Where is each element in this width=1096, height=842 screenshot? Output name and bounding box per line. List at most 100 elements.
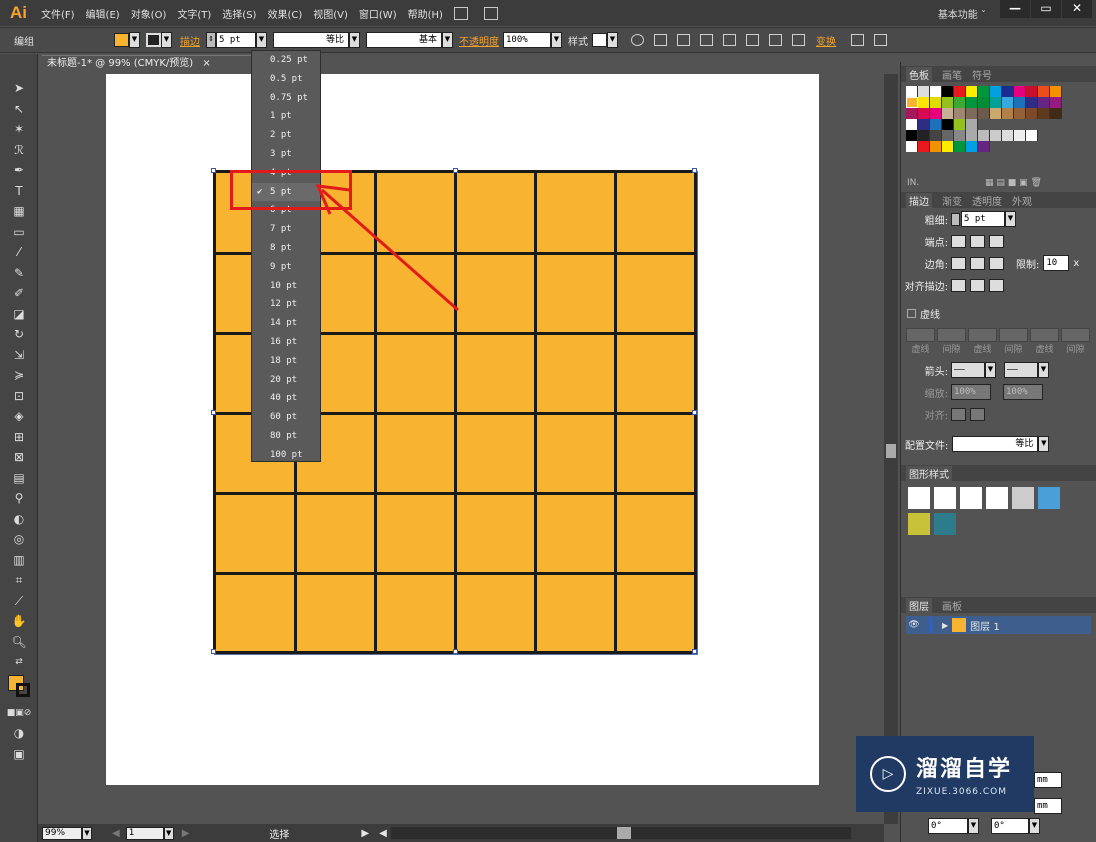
close-document-icon[interactable]: × — [202, 58, 210, 69]
document-tab[interactable]: 未标题-1* @ 99% (CMYK/预览) × — [42, 55, 252, 73]
align-right-icon[interactable] — [723, 34, 736, 46]
opacity-link[interactable]: 不透明度 — [459, 33, 499, 48]
status-menu-icon[interactable]: ▶ — [361, 828, 369, 839]
stroke-link[interactable]: 描边 — [180, 33, 200, 48]
stroke-weight-dropdown[interactable]: ▼ — [256, 32, 267, 48]
menu-type[interactable]: 文字(T) — [177, 6, 211, 21]
gap-field[interactable]: 间隙 — [999, 328, 1028, 355]
stroke-option[interactable]: 2 pt — [252, 126, 320, 145]
start-scale-field[interactable]: 100% — [951, 384, 991, 400]
stroke-option[interactable]: 60 pt — [252, 408, 320, 427]
graphic-style-swatch[interactable] — [934, 513, 956, 535]
tab-layers[interactable]: 图层 — [906, 597, 932, 613]
stroke-option[interactable]: 3 pt — [252, 145, 320, 164]
scroll-left-icon[interactable]: ◀ — [379, 828, 387, 839]
tab-graphic-styles[interactable]: 图形样式 — [906, 465, 952, 481]
stroke-option[interactable]: 0.25 pt — [252, 51, 320, 70]
graphic-style-swatch[interactable] — [1012, 487, 1034, 509]
tab-swatches[interactable]: 色板 — [906, 66, 932, 82]
line-tool-icon[interactable]: ▦ — [0, 201, 38, 222]
rotate-tool-icon[interactable]: ↻ — [0, 324, 38, 345]
end-scale-field[interactable]: 100% — [1003, 384, 1043, 400]
color-mode-icon[interactable]: ■▣⊘ — [0, 703, 38, 724]
tab-stroke[interactable]: 描边 — [906, 192, 932, 208]
style-dropdown[interactable]: ▼ — [607, 32, 618, 48]
align-center-icon[interactable] — [700, 34, 713, 46]
dashed-checkbox[interactable] — [907, 308, 916, 318]
arrow-align-button[interactable] — [951, 407, 966, 421]
stroke-option[interactable]: 40 pt — [252, 389, 320, 408]
scale-tool-icon[interactable]: ⇲ — [0, 345, 38, 366]
fill-dropdown[interactable]: ▼ — [129, 32, 140, 48]
bounding-box-handle[interactable] — [692, 168, 697, 173]
align-middle-icon[interactable] — [769, 34, 782, 46]
end-arrow-dropdown[interactable]: ▼ — [1038, 362, 1049, 378]
dash-field[interactable]: 虚线 — [1030, 328, 1059, 355]
tab-artboards[interactable]: 画板 — [942, 598, 962, 613]
bounding-box-handle[interactable] — [211, 410, 216, 415]
artboard-tool-icon[interactable]: ⌗ — [0, 570, 38, 591]
brush-definition[interactable]: 基本 — [366, 32, 442, 48]
align-icon[interactable] — [654, 34, 667, 46]
align-outside-stroke-button[interactable] — [989, 278, 1004, 292]
align-bottom-icon[interactable] — [792, 34, 805, 46]
graphic-style-swatch[interactable] — [592, 33, 607, 47]
width-tool-icon[interactable]: ≽ — [0, 365, 38, 386]
type-tool-icon[interactable]: T — [0, 181, 38, 202]
butt-cap-button[interactable] — [951, 234, 966, 248]
tab-transparency[interactable]: 透明度 — [972, 193, 1002, 208]
stroke-swatch[interactable] — [146, 33, 161, 47]
selection-tool-icon[interactable]: ➤ — [0, 78, 38, 99]
tab-appearance[interactable]: 外观 — [1012, 193, 1032, 208]
profile-select-dropdown[interactable]: ▼ — [1038, 436, 1050, 452]
arrange-documents-icon[interactable] — [483, 6, 498, 20]
menu-file[interactable]: 文件(F) — [41, 6, 75, 21]
bounding-box-handle[interactable] — [692, 649, 697, 654]
angle-field-2[interactable]: 0° — [991, 818, 1029, 834]
profile-select[interactable]: 等比 — [952, 436, 1039, 452]
stroke-option[interactable]: 80 pt — [252, 427, 320, 446]
bounding-box-handle[interactable] — [211, 168, 216, 173]
angle-dropdown-1[interactable]: ▼ — [968, 818, 979, 834]
free-transform-tool-icon[interactable]: ⊡ — [0, 386, 38, 407]
variable-width-profile[interactable]: 等比 — [273, 32, 349, 48]
canvas-vertical-scrollbar[interactable] — [884, 74, 898, 824]
expand-layer-icon[interactable]: ▶ — [942, 621, 948, 630]
mesh-tool-icon[interactable]: ⊠ — [0, 447, 38, 468]
hand-tool-icon[interactable]: ✋ — [0, 611, 38, 632]
close-window-button[interactable]: ✕ — [1062, 0, 1092, 18]
bounding-box-handle[interactable] — [453, 168, 458, 173]
stroke-option[interactable]: 0.75 pt — [252, 89, 320, 108]
limit-field[interactable]: 10 — [1043, 255, 1070, 271]
dash-field[interactable]: 虚线 — [968, 328, 997, 355]
projecting-cap-button[interactable] — [989, 234, 1004, 248]
stroke-option[interactable]: 100 pt — [252, 446, 320, 465]
gap-field[interactable]: 间隙 — [1061, 328, 1090, 355]
horizontal-scrollbar[interactable] — [390, 827, 851, 839]
menu-help[interactable]: 帮助(H) — [408, 6, 443, 21]
minimize-button[interactable]: — — [1000, 0, 1030, 18]
stroke-option[interactable]: 16 pt — [252, 333, 320, 352]
arrow-align-button-2[interactable] — [970, 407, 985, 421]
eyedropper-tool-icon[interactable]: ⚲ — [0, 488, 38, 509]
opacity-dropdown[interactable]: ▼ — [551, 32, 562, 48]
fill-stroke-widget[interactable] — [0, 673, 37, 703]
arrange-icon[interactable] — [874, 34, 887, 46]
bounding-box-handle[interactable] — [211, 649, 216, 654]
unit-field-1[interactable]: mm — [1034, 772, 1062, 788]
start-arrow-select[interactable]: —— — [951, 362, 985, 378]
zoom-field[interactable]: 99% — [42, 826, 82, 840]
fill-swatch[interactable] — [114, 33, 129, 47]
graphic-style-swatch[interactable] — [908, 487, 930, 509]
graphic-style-swatch[interactable] — [960, 487, 982, 509]
profile-dropdown[interactable]: ▼ — [349, 32, 360, 48]
column-graph-tool-icon[interactable]: ▥ — [0, 550, 38, 571]
bounding-box-handle[interactable] — [692, 410, 697, 415]
swap-colors-icon[interactable]: ⇄ — [0, 652, 38, 673]
restore-button[interactable]: ▭ — [1031, 0, 1061, 18]
perspective-grid-tool-icon[interactable]: ⊞ — [0, 427, 38, 448]
next-artboard-icon[interactable]: ▶ — [182, 828, 190, 839]
weight-dropdown[interactable]: ▼ — [1005, 211, 1016, 227]
blend-tool-icon[interactable]: ◐ — [0, 509, 38, 530]
tab-gradient[interactable]: 渐变 — [942, 193, 962, 208]
